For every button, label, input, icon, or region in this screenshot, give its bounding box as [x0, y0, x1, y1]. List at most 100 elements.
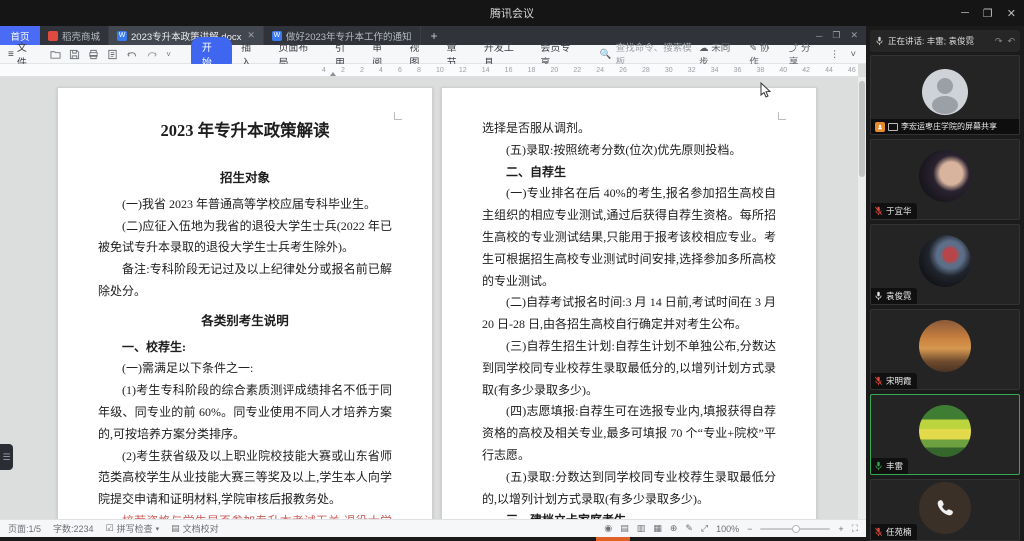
doc-paragraph: (2)考生获省级及以上职业院校技能大赛或山东省师范类高校学生从业技能大赛三等奖及…	[98, 448, 392, 507]
read-view-icon[interactable]: ▦	[653, 523, 662, 534]
share-label: 李宏运枣庄学院的屏幕共享	[901, 122, 997, 131]
participant-name: 袁俊霓	[886, 291, 912, 301]
crop-mark	[394, 112, 402, 120]
word-count: 字数:2234	[53, 524, 94, 534]
word-doc-icon: W	[117, 30, 128, 41]
ruler-number: 22	[573, 67, 582, 74]
participant-name: 任苑楠	[886, 527, 912, 537]
toolbar-dropdown-icon[interactable]: ˅	[166, 50, 171, 59]
collapse-ribbon-icon[interactable]: ˅	[850, 49, 856, 60]
ruler-number: 10	[436, 67, 444, 74]
taskbar-peek	[596, 537, 630, 541]
speaking-label: 正在讲话: 丰雷; 袁俊霓	[888, 36, 974, 46]
indent-marker[interactable]	[330, 72, 336, 76]
proofread-button[interactable]: ▤ 文档校对	[171, 522, 219, 535]
zoom-slider[interactable]	[760, 524, 831, 533]
tools-icon[interactable]: ⊕	[670, 523, 678, 534]
ruler-number: 44	[825, 67, 833, 74]
person-silhouette-icon	[932, 77, 958, 114]
hamburger-icon: ≡	[8, 48, 14, 60]
mic-icon	[876, 36, 883, 46]
doc-paragraph: (一)我省 2023 年普通高等学校应届专科毕业生。	[122, 196, 376, 211]
ruler-number: 6	[398, 67, 402, 74]
proofread-label: 文档校对	[182, 524, 219, 534]
wps-minimize-icon[interactable]: ─	[816, 31, 822, 41]
fullscreen-icon[interactable]: ⛶	[852, 523, 858, 534]
zoom-level[interactable]: 100%	[716, 524, 739, 534]
ruler-number: 30	[664, 67, 673, 74]
ruler-number: 18	[527, 67, 536, 74]
collapsed-panel-handle[interactable]: ☰	[0, 444, 13, 470]
zoom-slider-thumb[interactable]	[792, 524, 801, 533]
maximize-button[interactable]: ❐	[983, 7, 993, 20]
document-page-2[interactable]: 选择是否服从调剂。 (五)录取:按照统考分数(位次)优先原则投档。 二、自荐生 …	[441, 87, 817, 519]
preview-icon[interactable]	[107, 49, 118, 60]
participant-tile-active-speaker[interactable]: 丰雷	[870, 394, 1020, 475]
save-icon[interactable]	[69, 49, 80, 60]
zoom-in-icon[interactable]: +	[838, 524, 843, 534]
participant-tile[interactable]: 宋明霞	[870, 309, 1020, 390]
doc-paragraph: (三)自荐生招生计划:自荐生计划不单独公布,分数达到同学校同专业校荐生录取最低分…	[482, 338, 776, 397]
participant-tile[interactable]: 任苑楠	[870, 479, 1020, 541]
doc-section-title: 一、校荐生:	[122, 339, 186, 354]
avatar	[919, 320, 971, 373]
avatar	[919, 150, 971, 203]
ruler-number: 46	[848, 67, 856, 74]
tab-docer-label: 稻壳商城	[62, 31, 101, 43]
meeting-sidebar: 正在讲话: 丰雷; 袁俊霓 ↷ ↶ 李宏运枣庄学院的屏幕共享 于宜华 袁俊霓 宋…	[866, 26, 1024, 541]
doc-paragraph: (五)录取:按照统考分数(位次)优先原则投档。	[506, 142, 742, 157]
crop-mark	[778, 112, 786, 120]
outline-view-icon[interactable]: ▥	[637, 523, 646, 534]
print-icon[interactable]	[88, 49, 99, 60]
ruler-number: 2	[360, 67, 364, 74]
ruler-number: 42	[802, 67, 811, 74]
fit-page-icon[interactable]: ⤢	[701, 523, 708, 534]
spellcheck-label: 拼写检查	[116, 524, 153, 534]
doc-section-title: 三、建档立卡家庭考生	[482, 510, 776, 519]
minimize-button[interactable]: ─	[961, 7, 969, 19]
ruler-number: 32	[687, 67, 696, 74]
more-icon[interactable]: ⋮	[830, 49, 840, 60]
avatar	[922, 68, 968, 115]
mic-on-icon	[875, 291, 882, 301]
participant-tile[interactable]: 于宜华	[870, 139, 1020, 220]
undo-icon[interactable]	[126, 49, 138, 60]
document-page-1[interactable]: 2023 年专升本政策解读 招生对象 (一)我省 2023 年普通高等学校应届专…	[57, 87, 433, 519]
layout-switch-icon[interactable]: ↷	[995, 36, 1003, 47]
ruler-number: 38	[756, 67, 765, 74]
horizontal-ruler[interactable]: 4 2 2 4 6 8 10 12 14 16 18 20 22 24 26 28 30 32 34 36 38 40 42…	[0, 64, 858, 77]
spellcheck-toggle[interactable]: ☑ 拼写检查 ▾	[106, 522, 160, 535]
close-button[interactable]: ✕	[1007, 7, 1016, 20]
doc-paragraph: 选择是否服从调剂。	[482, 121, 591, 135]
doc-check-icon: ▤	[171, 523, 180, 533]
open-folder-icon[interactable]	[50, 49, 61, 60]
participant-tile[interactable]: 袁俊霓	[870, 224, 1020, 305]
speaking-indicator: 正在讲话: 丰雷; 袁俊霓 ↷ ↶	[870, 30, 1020, 52]
vertical-scrollbar[interactable]	[858, 77, 866, 519]
tab-docer[interactable]: 稻壳商城	[40, 26, 110, 45]
doc-paragraph: (1)考生专科阶段的综合素质测评成绩排名不低于同年级、同专业的前 60%。同专业…	[98, 383, 392, 441]
mouse-cursor	[760, 82, 772, 98]
scrollbar-thumb[interactable]	[859, 81, 865, 177]
document-area[interactable]: 2023 年专升本政策解读 招生对象 (一)我省 2023 年普通高等学校应届专…	[0, 77, 858, 519]
shared-screen-wps: 首页 稻壳商城 W 2023专升本政策讲解.docx ✕ W 做好2023年专升…	[0, 26, 866, 541]
ruler-number: 2	[341, 67, 345, 74]
phone-icon	[937, 499, 953, 515]
screen-share-tile[interactable]: 李宏运枣庄学院的屏幕共享	[870, 55, 1020, 135]
meeting-title: 腾讯会议	[490, 8, 534, 20]
doc-paragraph: (二)应征入伍地为我省的退役大学生士兵(2022 年已被免试专升本录取的退役大学…	[98, 218, 392, 255]
eye-protect-icon[interactable]: ◉	[604, 523, 612, 534]
ruler-number: 14	[481, 67, 490, 74]
redo-icon[interactable]	[146, 49, 158, 60]
mic-muted-icon	[874, 527, 883, 537]
restore-view-icon[interactable]: ↶	[1007, 36, 1015, 47]
page-view-icon[interactable]: ▤	[620, 523, 629, 534]
ruler-number: 26	[619, 67, 627, 74]
participant-name: 丰雷	[886, 461, 904, 471]
doc-paragraph: 备注:专科阶段无记过及以上纪律处分或报名前已解除处分。	[98, 262, 392, 298]
ruler-number: 20	[550, 67, 559, 74]
zoom-out-icon[interactable]: −	[747, 524, 752, 534]
bottom-strip	[0, 537, 866, 541]
pen-icon[interactable]: ✎	[685, 523, 693, 534]
ruler-numbers: 4 2 2 4 6 8 10 12 14 16 18 20 22 24 26 28 30 32 34 36 38 40 42…	[322, 64, 856, 77]
